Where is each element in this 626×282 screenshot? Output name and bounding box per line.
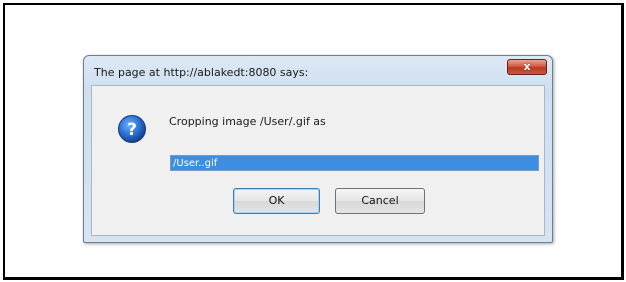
dialog-message: Cropping image /User/.gif as <box>169 115 326 128</box>
prompt-input[interactable] <box>170 155 539 171</box>
cancel-button[interactable]: Cancel <box>335 188 425 214</box>
dialog-titlebar[interactable]: The page at http://ablakedt:8080 says: x <box>84 56 552 86</box>
question-icon: ? <box>118 115 146 143</box>
svg-text:?: ? <box>127 120 137 140</box>
ok-button[interactable]: OK <box>233 188 320 214</box>
close-button[interactable]: x <box>507 59 547 75</box>
close-icon: x <box>523 60 531 73</box>
prompt-dialog: The page at http://ablakedt:8080 says: x… <box>83 55 553 243</box>
dialog-body: ? Cropping image /User/.gif as OK Cancel <box>91 85 545 236</box>
outer-frame: The page at http://ablakedt:8080 says: x… <box>3 3 624 280</box>
dialog-title: The page at http://ablakedt:8080 says: <box>94 66 309 79</box>
